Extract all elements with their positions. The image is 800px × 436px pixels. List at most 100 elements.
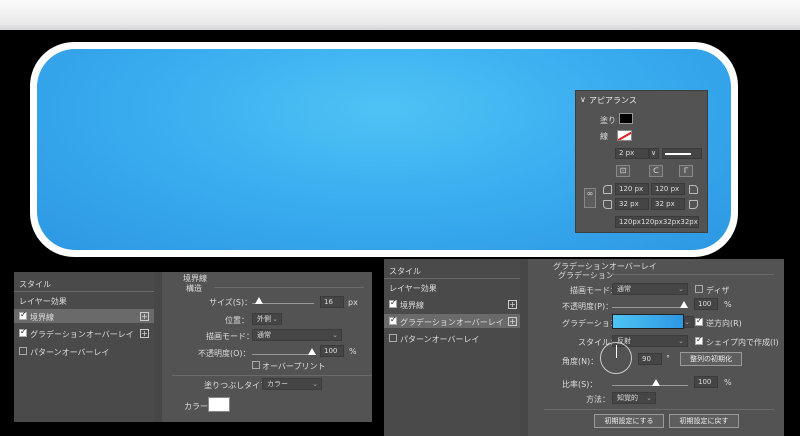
overprint-checkbox[interactable] (252, 361, 260, 369)
add-stroke-button[interactable]: + (140, 312, 149, 321)
sidebar-item-gradient-overlay[interactable]: グラデーションオーバーレイ (30, 329, 134, 340)
method-select[interactable]: 知覚的 ⌄ (612, 392, 656, 404)
opacity-label: 不透明度(O)： (198, 349, 251, 358)
blend-mode-select-value: 通常 (257, 331, 271, 339)
scale-unit: % (724, 378, 732, 387)
appearance-title: アピアランス (589, 96, 637, 105)
pattern-overlay-checkbox[interactable] (389, 334, 397, 342)
position-select[interactable]: 外側 ⌄ (252, 313, 282, 325)
stroke-dialog-scrollbar[interactable] (154, 272, 162, 422)
stroke-color-swatch[interactable] (208, 397, 230, 412)
gradient-line (608, 274, 774, 275)
width-field-2[interactable]: 120 px (651, 183, 685, 195)
corner-top-left-icon (603, 185, 612, 194)
structure-subsection: 構造 (186, 284, 202, 293)
opacity-input[interactable]: 100 (320, 345, 344, 357)
opacity-input[interactable]: 100 (694, 298, 718, 310)
chevron-down-icon: ⌄ (678, 285, 684, 293)
layer-effects-item[interactable]: レイヤー効果 (389, 283, 437, 294)
overprint-label[interactable]: オーバープリント (262, 361, 325, 372)
styles-item[interactable]: スタイル (19, 279, 51, 290)
size-unit: px (348, 298, 358, 307)
reset-alignment-button[interactable]: 整列の初期化 (680, 352, 742, 366)
corner-bottom-left-icon (603, 200, 612, 209)
blend-mode-select[interactable]: 通常 ⌄ (612, 283, 688, 295)
stroke-swatch[interactable] (617, 130, 632, 141)
reverse-label[interactable]: 逆方向(R) (706, 318, 742, 329)
gradient-overlay-checkbox[interactable] (19, 327, 27, 337)
make-default-button[interactable]: 初期設定にする (594, 414, 664, 428)
gradient-overlay-dialog: スタイル レイヤー効果 境界線 + グラデーションオーバーレイ + パターンオー… (384, 259, 784, 436)
align-with-shape-checkbox[interactable] (695, 335, 703, 345)
stroke-dialog: スタイル レイヤー効果 境界線 + グラデーションオーバーレイ + パターンオー… (14, 272, 372, 422)
opacity-slider-knob[interactable] (680, 301, 688, 308)
corner-style-icon[interactable]: ᒥ (679, 165, 693, 177)
reverse-checkbox[interactable] (695, 316, 703, 326)
link-corners-icon[interactable]: ∞ (584, 188, 596, 208)
add-gradient-overlay-button[interactable]: + (508, 317, 517, 326)
corner-top-right-icon (689, 185, 698, 194)
appearance-panel: ∨ アピアランス 塗り 線 2 px ∨ ⊡ ᑕ ᒥ ∞ 120 px 120 … (575, 90, 708, 233)
stroke-width-select[interactable]: 2 px (615, 148, 649, 159)
blend-mode-label: 描画モード： (570, 286, 618, 295)
sidebar-item-gradient-overlay[interactable]: グラデーションオーバーレイ (400, 317, 504, 328)
chevron-down-icon: ⌄ (312, 380, 318, 388)
gradient-dialog-scrollbar[interactable] (520, 259, 528, 436)
method-label: 方法： (586, 395, 610, 404)
fill-swatch[interactable] (619, 113, 633, 124)
buttons-line (544, 409, 774, 410)
gradient-overlay-checkbox[interactable] (389, 315, 397, 325)
chevron-down-icon: ⌄ (684, 318, 690, 326)
align-stroke-icon[interactable]: ⊡ (616, 165, 630, 177)
appearance-title-chevron[interactable]: ∨ (580, 95, 586, 104)
gradient-preview[interactable] (612, 314, 684, 329)
fill-type-select-value: カラー (267, 380, 288, 388)
align-with-shape-label[interactable]: シェイプ内で作成(I) (706, 337, 779, 348)
dither-checkbox[interactable] (695, 285, 703, 293)
position-select-value: 外側 (257, 315, 271, 323)
cap-style-icon[interactable]: ᑕ (649, 165, 663, 177)
angle-unit: ° (666, 354, 670, 363)
scale-slider[interactable] (612, 385, 688, 386)
opacity-unit: % (349, 347, 357, 356)
gradient-dropdown[interactable]: ⌄ (684, 316, 694, 328)
opacity-slider[interactable] (252, 354, 316, 355)
fill-type-select[interactable]: カラー ⌄ (262, 378, 322, 390)
blend-mode-label: 描画モード： (206, 332, 254, 341)
dither-label[interactable]: ディザ (706, 285, 729, 296)
sidebar-item-stroke[interactable]: 境界線 (400, 300, 424, 311)
corner-bottom-right-icon (689, 200, 698, 209)
angle-dial[interactable] (600, 342, 632, 374)
angle-input[interactable]: 90 (638, 353, 662, 365)
width-field-1[interactable]: 120 px (615, 183, 649, 195)
height-field-2[interactable]: 32 px (651, 198, 685, 210)
reset-default-button[interactable]: 初期設定に戻す (669, 414, 739, 428)
blend-mode-select-value: 通常 (617, 285, 631, 293)
size-input[interactable]: 16 (320, 296, 344, 308)
scale-label: 比率(S)： (562, 380, 598, 389)
fill-type-line (172, 375, 372, 376)
size-slider-knob[interactable] (255, 297, 263, 304)
chevron-down-icon: ⌄ (332, 331, 338, 339)
sidebar-item-pattern-overlay[interactable]: パターンオーバーレイ (30, 347, 110, 358)
opacity-slider[interactable] (612, 307, 688, 308)
stroke-checkbox[interactable] (19, 310, 27, 320)
chevron-down-icon: ⌄ (646, 394, 652, 402)
stroke-checkbox[interactable] (389, 298, 397, 308)
stroke-label: 線 (600, 132, 608, 141)
corner-summary-field[interactable]: 120px120px32px32px (615, 216, 699, 228)
layer-effects-item[interactable]: レイヤー効果 (19, 296, 67, 307)
sidebar-item-pattern-overlay[interactable]: パターンオーバーレイ (400, 334, 480, 345)
sidebar-item-stroke[interactable]: 境界線 (30, 312, 54, 323)
stroke-width-dropdown-arrow[interactable]: ∨ (649, 148, 659, 159)
pattern-overlay-checkbox[interactable] (19, 347, 27, 355)
blend-mode-select[interactable]: 通常 ⌄ (252, 329, 342, 341)
styles-item[interactable]: スタイル (389, 266, 421, 277)
add-gradient-overlay-button[interactable]: + (140, 329, 149, 338)
scale-input[interactable]: 100 (694, 376, 718, 388)
opacity-slider-knob[interactable] (308, 348, 316, 355)
height-field-1[interactable]: 32 px (615, 198, 649, 210)
add-stroke-button[interactable]: + (508, 300, 517, 309)
scale-slider-knob[interactable] (652, 379, 660, 386)
opacity-label: 不透明度(P)： (562, 302, 614, 311)
